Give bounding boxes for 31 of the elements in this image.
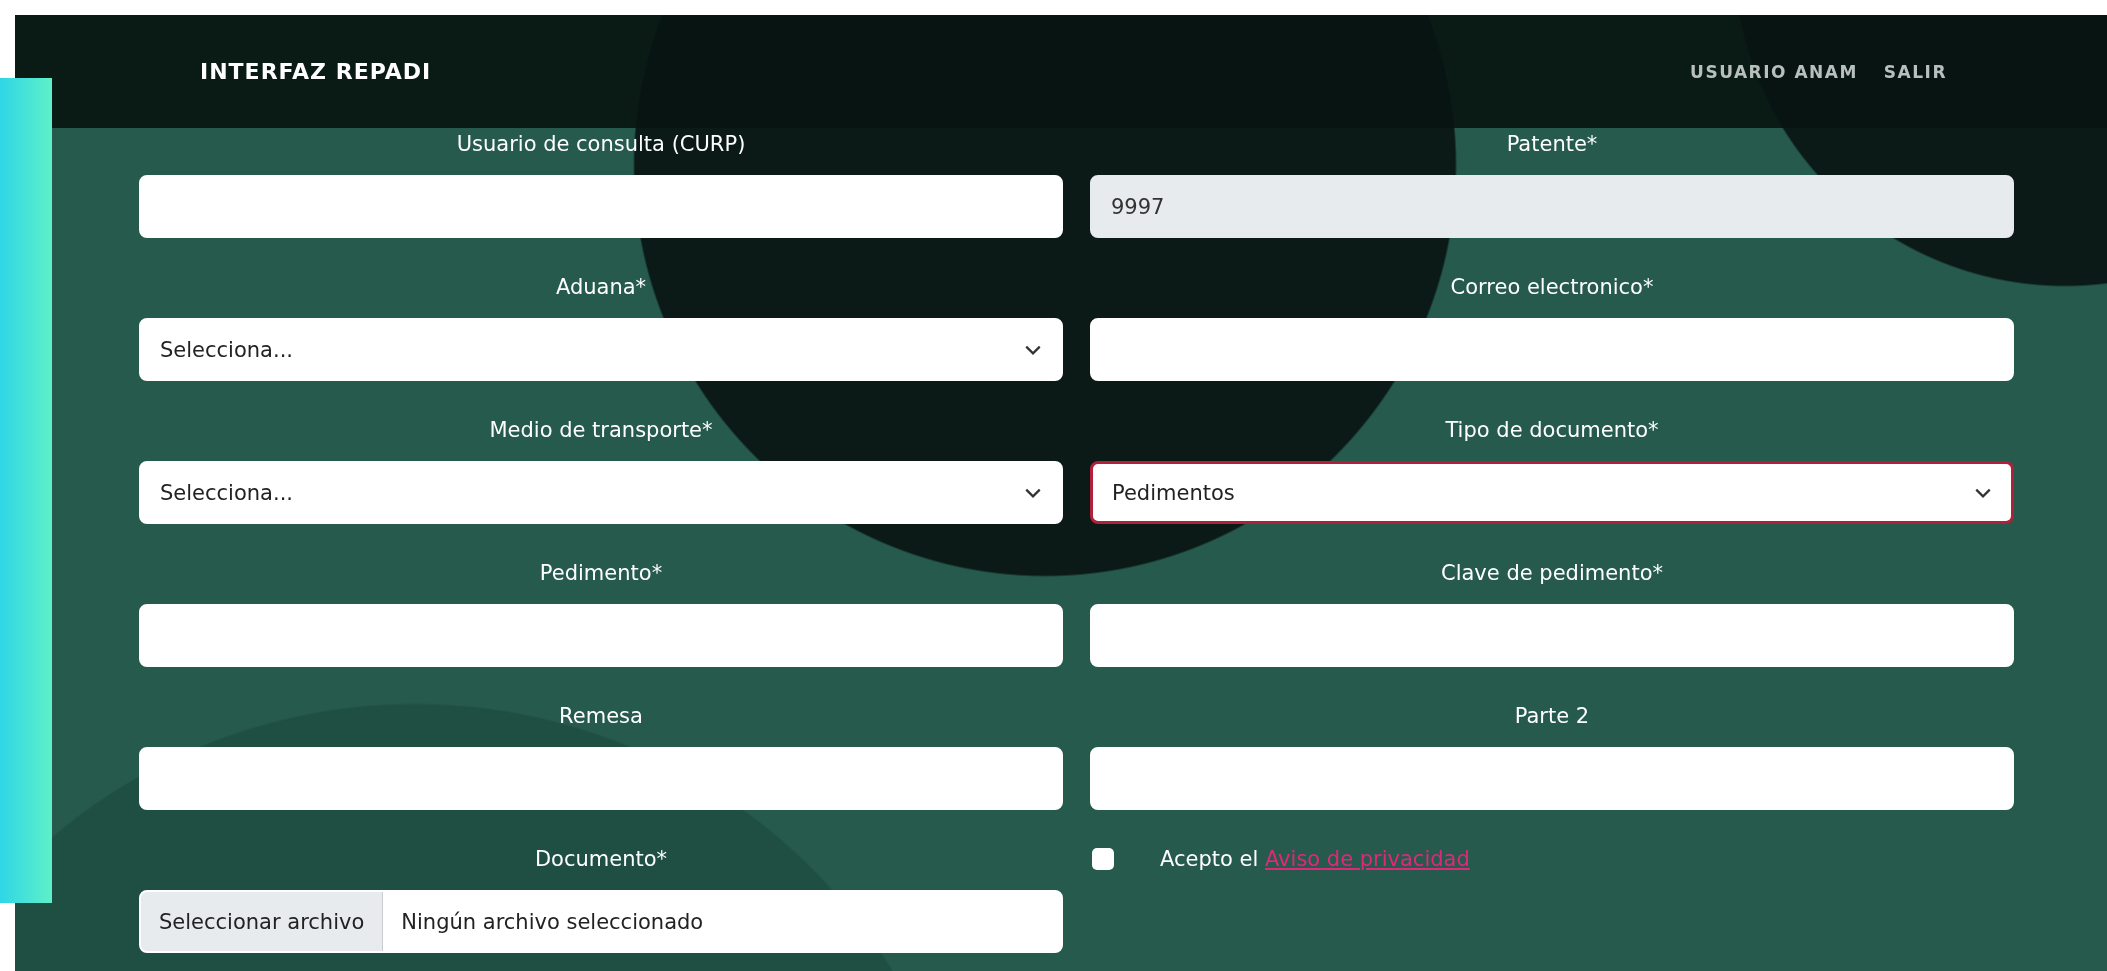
field-label: Medio de transporte*	[488, 417, 714, 444]
chevron-down-icon	[1024, 486, 1042, 499]
chevron-down-icon	[1974, 486, 1992, 499]
file-input[interactable]: Seleccionar archivo Ningún archivo seleccionado	[139, 890, 1063, 953]
field-label: Pedimento*	[538, 560, 664, 587]
nav-link[interactable]: SALIR	[1883, 61, 1947, 82]
field-label: Tipo de documento*	[1444, 417, 1660, 444]
select-field[interactable]: Selecciona...	[139, 318, 1063, 381]
select-field[interactable]: Selecciona...	[139, 461, 1063, 524]
input-field[interactable]	[139, 747, 1063, 810]
input-field[interactable]	[1090, 318, 2014, 381]
field-label: Patente*	[1505, 131, 1599, 158]
input-field[interactable]	[1090, 604, 2014, 667]
field-label: Clave de pedimento*	[1440, 560, 1664, 587]
file-status-text: Ningún archivo seleccionado	[400, 909, 705, 934]
app-title: INTERFAZ REPADI	[200, 59, 432, 84]
input-field[interactable]	[1090, 747, 2014, 810]
field-label: Documento*	[533, 846, 669, 873]
choose-file-button[interactable]: Seleccionar archivo	[141, 892, 384, 951]
chevron-down-icon	[1024, 343, 1042, 356]
field-label: Parte 2	[1513, 703, 1591, 730]
field-label: Remesa	[558, 703, 644, 730]
select-field[interactable]: Pedimentos	[1090, 461, 2014, 524]
consent-text: Acepto el Aviso de privacidad	[1160, 847, 1470, 871]
field-label: Aduana*	[554, 274, 648, 301]
field-label: Usuario de consulta (CURP)	[455, 131, 747, 158]
field-label: Correo electronico*	[1449, 274, 1655, 301]
nav-link[interactable]: USUARIO ANAM	[1690, 61, 1858, 82]
input-field[interactable]	[139, 604, 1063, 667]
input-field[interactable]	[139, 175, 1063, 238]
checkbox[interactable]	[1092, 848, 1114, 870]
